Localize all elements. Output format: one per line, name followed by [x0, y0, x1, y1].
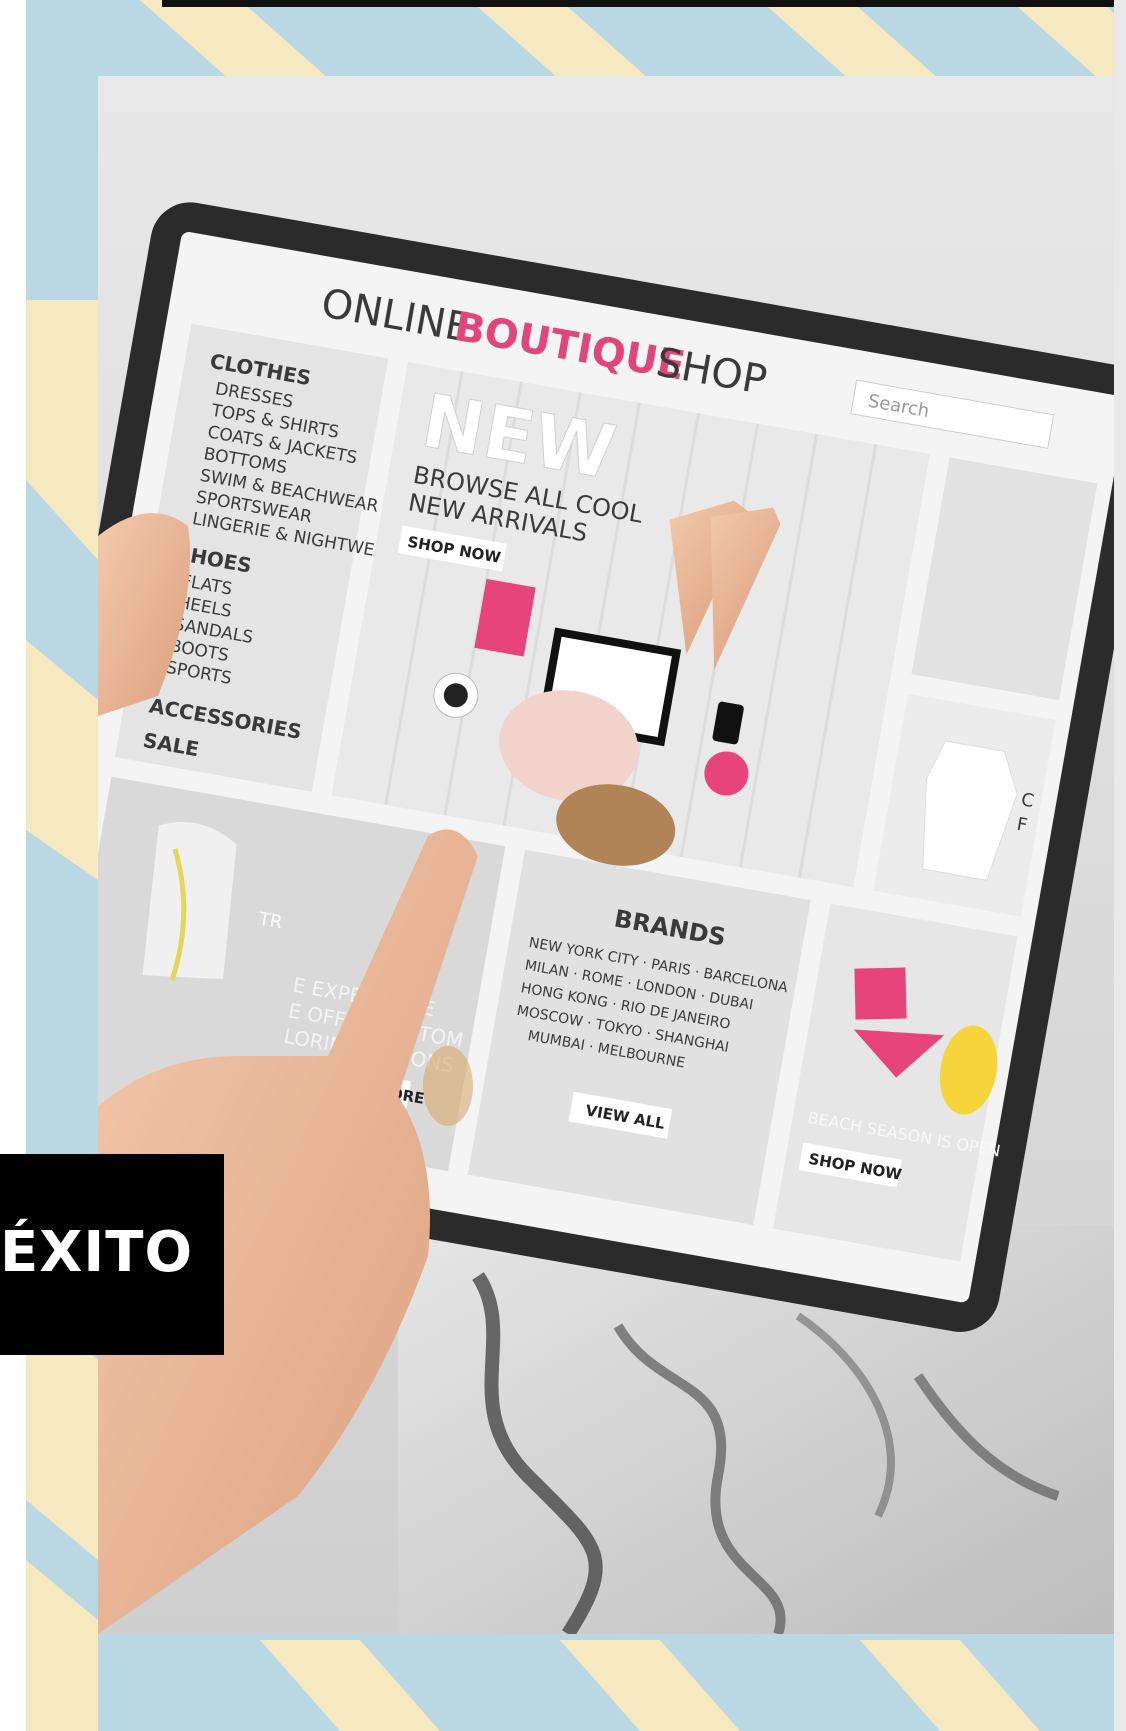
experience-partial: TR: [256, 909, 284, 934]
tablet-photo: ONLINE BOUTIQUE SHOP Search CLOTHES DRES…: [98, 76, 1114, 1634]
top-black-bar: [162, 0, 1116, 7]
label-text: ÉXITO: [0, 1220, 194, 1285]
page: ONLINE BOUTIQUE SHOP Search CLOTHES DRES…: [0, 0, 1126, 1731]
right-edge: [1114, 0, 1126, 1731]
